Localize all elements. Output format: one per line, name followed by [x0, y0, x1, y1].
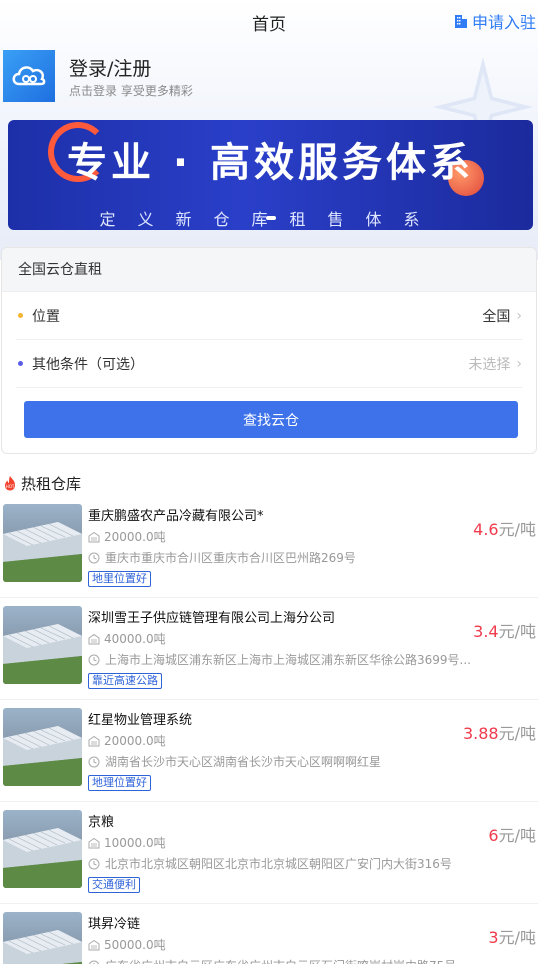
login-register-link[interactable]: 登录/注册 — [69, 54, 151, 81]
feature-tag: 地里位置好 — [88, 571, 151, 587]
price-value: 3 — [488, 928, 499, 947]
clock-icon — [88, 858, 100, 869]
warehouse-capacity: 40000.0吨 — [88, 630, 166, 647]
warehouse-list-item[interactable]: 京粮 10000.0吨 北京市北京城区朝阳区北京市北京城区朝阳区广安门内大街31… — [0, 802, 538, 904]
capacity-text: 40000.0吨 — [104, 632, 166, 646]
capacity-text: 10000.0吨 — [104, 836, 166, 850]
login-subtitle: 点击登录 享受更多精彩 — [69, 84, 193, 98]
warehouse-name: 深圳雪王子供应链管理有限公司上海分公司 — [88, 611, 336, 626]
price-unit: 元/吨 — [498, 928, 536, 947]
warehouse-list-item[interactable]: 重庆鹏盛农产品冷藏有限公司* 20000.0吨 重庆市重庆市合川区重庆市合川区巴… — [0, 496, 538, 598]
clock-icon — [88, 654, 100, 665]
hot-warehouse-list: 重庆鹏盛农产品冷藏有限公司* 20000.0吨 重庆市重庆市合川区重庆市合川区巴… — [0, 496, 538, 964]
warehouse-list-item[interactable]: 深圳雪王子供应链管理有限公司上海分公司 40000.0吨 上海市上海城区浦东新区… — [0, 598, 538, 700]
price-value: 4.6 — [473, 520, 499, 539]
warehouse-price: 3元/吨 — [488, 924, 536, 948]
address-text: 湖南省长沙市天心区湖南省长沙市天心区啊啊啊红星 — [105, 755, 382, 769]
capacity-text: 20000.0吨 — [104, 530, 166, 544]
location-label: 位置 — [32, 308, 60, 325]
warehouse-price: 6元/吨 — [488, 822, 536, 846]
warehouse-small-icon — [88, 837, 100, 848]
capacity-text: 50000.0吨 — [104, 938, 166, 952]
building-icon — [454, 15, 467, 28]
warehouse-small-icon — [88, 735, 100, 746]
warehouse-thumbnail — [3, 912, 82, 964]
search-card-title: 全国云仓直租 — [2, 248, 536, 292]
apply-settle-label: 申请入驻 — [471, 13, 536, 32]
warehouse-thumbnail — [3, 708, 82, 786]
fire-hot-icon: HOT — [5, 476, 15, 491]
warehouse-price: 3.4元/吨 — [473, 618, 536, 642]
warehouse-name: 重庆鹏盛农产品冷藏有限公司* — [88, 509, 264, 524]
hot-section-title: 热租仓库 — [21, 474, 82, 493]
warehouse-small-icon — [88, 633, 100, 644]
warehouse-address: 广东省广州市白云区广东省广州市白云区石门街嘹岗村岗由路75号 — [88, 957, 488, 964]
price-unit: 元/吨 — [498, 724, 536, 743]
warehouse-name: 琪昇冷链 — [88, 917, 141, 932]
chevron-right-icon: › — [516, 355, 522, 372]
warehouse-price: 4.6元/吨 — [473, 516, 536, 540]
warehouse-thumbnail — [3, 504, 82, 582]
feature-tag: 靠近高速公路 — [88, 673, 162, 689]
warehouse-price: 3.88元/吨 — [463, 720, 536, 744]
promo-banner[interactable]: 专业 · 高效服务体系 定义新仓库租售体系 — [8, 120, 533, 230]
warehouse-small-icon — [88, 531, 100, 542]
address-text: 上海市上海城区浦东新区上海市上海城区浦东新区华徐公路3699号... — [105, 653, 471, 667]
price-value: 3.4 — [473, 622, 499, 641]
svg-text:HOT: HOT — [6, 484, 15, 489]
apply-settle-button[interactable]: 申请入驻 — [453, 9, 536, 33]
warehouse-thumbnail — [3, 606, 82, 684]
banner-pagination — [265, 216, 276, 220]
banner-title: 专业 · 高效服务体系 — [66, 140, 475, 186]
warehouse-list-item[interactable]: 琪昇冷链 50000.0吨 广东省广州市白云区广东省广州市白云区石门街嘹岗村岗由… — [0, 904, 538, 964]
location-row[interactable]: 位置 全国 › — [16, 292, 522, 340]
hot-section-header: HOT 热租仓库 — [3, 473, 81, 493]
warehouse-small-icon — [88, 939, 100, 950]
address-text: 北京市北京城区朝阳区北京市北京城区朝阳区广安门内大街316号 — [105, 857, 452, 871]
login-section[interactable]: 登录/注册 点击登录 享受更多精彩 — [3, 50, 538, 102]
cloud-logo-icon — [3, 50, 55, 102]
find-warehouse-button[interactable]: 查找云仓 — [24, 401, 518, 438]
warehouse-capacity: 50000.0吨 — [88, 936, 166, 953]
other-conditions-row[interactable]: 其他条件（可选） 未选择 › — [16, 340, 522, 388]
warehouse-thumbnail — [3, 810, 82, 888]
feature-tag: 交通便利 — [88, 877, 140, 893]
clock-icon — [88, 960, 100, 964]
price-unit: 元/吨 — [498, 622, 536, 641]
address-text: 重庆市重庆市合川区重庆市合川区巴州路269号 — [105, 551, 356, 565]
conditions-label: 其他条件（可选） — [32, 356, 144, 373]
warehouse-capacity: 10000.0吨 — [88, 834, 166, 851]
warehouse-address: 北京市北京城区朝阳区北京市北京城区朝阳区广安门内大街316号 — [88, 855, 488, 872]
warehouse-address: 湖南省长沙市天心区湖南省长沙市天心区啊啊啊红星 — [88, 753, 488, 770]
clock-icon — [88, 552, 100, 563]
price-value: 3.88 — [462, 724, 499, 743]
address-text: 广东省广州市白云区广东省广州市白云区石门街嘹岗村岗由路75号 — [105, 957, 456, 964]
warehouse-address: 上海市上海城区浦东新区上海市上海城区浦东新区华徐公路3699号... — [88, 651, 488, 668]
search-card: 全国云仓直租 位置 全国 › 其他条件（可选） 未选择 › 查找云仓 — [1, 247, 537, 454]
clock-icon — [88, 756, 100, 767]
feature-tag: 地理位置好 — [88, 775, 151, 791]
warehouse-address: 重庆市重庆市合川区重庆市合川区巴州路269号 — [88, 549, 488, 566]
warehouse-name: 红星物业管理系统 — [88, 713, 193, 728]
conditions-dot-icon — [18, 361, 23, 366]
chevron-right-icon: › — [516, 307, 522, 324]
conditions-value: 未选择 — [468, 356, 511, 373]
warehouse-capacity: 20000.0吨 — [88, 732, 166, 749]
price-unit: 元/吨 — [498, 826, 536, 845]
location-dot-icon — [18, 313, 23, 318]
banner-dot-active — [265, 216, 276, 220]
warehouse-list-item[interactable]: 红星物业管理系统 20000.0吨 湖南省长沙市天心区湖南省长沙市天心区啊啊啊红… — [0, 700, 538, 802]
warehouse-name: 京粮 — [88, 815, 115, 830]
navbar: 首页 申请入驻 — [0, 0, 538, 44]
price-value: 6 — [488, 826, 499, 845]
warehouse-capacity: 20000.0吨 — [88, 528, 166, 545]
capacity-text: 20000.0吨 — [104, 734, 166, 748]
location-value: 全国 — [482, 308, 511, 325]
price-unit: 元/吨 — [498, 520, 536, 539]
